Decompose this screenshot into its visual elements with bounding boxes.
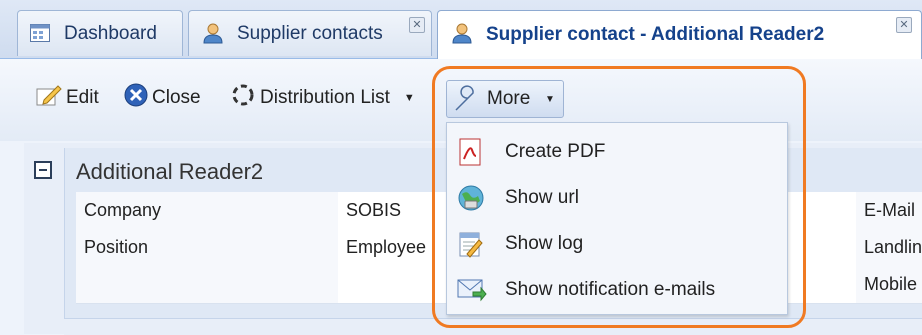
more-menu: Create PDF Show url Show log Show notifi… <box>446 122 788 315</box>
close-icon[interactable]: ✕ <box>409 17 425 33</box>
menu-item-label: Show log <box>505 233 584 254</box>
tab-bar: Dashboard Supplier contacts ✕ Supplier c… <box>0 0 922 59</box>
field-label-right: Mobile <box>856 266 922 303</box>
field-label <box>76 266 338 303</box>
more-label: More <box>487 88 531 109</box>
dashboard-icon <box>30 24 50 48</box>
globe-icon <box>457 184 485 212</box>
tab-supplier-contacts[interactable]: Supplier contacts ✕ <box>188 10 432 56</box>
close-button[interactable]: Close <box>124 81 201 115</box>
log-icon <box>457 230 485 258</box>
edit-button[interactable]: Edit <box>36 81 99 115</box>
close-icon[interactable]: ✕ <box>896 17 912 33</box>
more-button[interactable]: More ▼ <box>446 80 564 118</box>
section-footer <box>64 318 922 335</box>
menu-item-label: Create PDF <box>505 141 606 162</box>
pdf-icon <box>457 138 485 166</box>
collapse-toggle-icon[interactable] <box>34 161 52 179</box>
menu-item-show-notification-emails[interactable]: Show notification e-mails <box>447 267 787 313</box>
tab-dashboard[interactable]: Dashboard <box>17 10 183 56</box>
wrench-icon <box>453 85 483 119</box>
edit-icon <box>36 83 62 113</box>
menu-item-show-log[interactable]: Show log <box>447 221 787 267</box>
field-label: Position <box>76 229 338 266</box>
chevron-down-icon: ▼ <box>545 93 555 105</box>
envelope-icon <box>457 276 487 304</box>
close-label: Close <box>152 87 201 108</box>
menu-item-label: Show url <box>505 187 579 208</box>
contact-icon <box>450 21 474 51</box>
field-label: Company <box>76 192 338 229</box>
field-label-right: Landline <box>856 229 922 266</box>
distribution-label: Distribution List <box>260 87 390 108</box>
edit-label: Edit <box>66 87 99 108</box>
tab-supplier-contact-detail[interactable]: Supplier contact - Additional Reader2 ✕ <box>437 10 922 59</box>
close-circle-icon <box>124 83 148 113</box>
menu-item-show-url[interactable]: Show url <box>447 175 787 221</box>
tab-label: Supplier contacts <box>237 22 383 44</box>
distribution-list-button[interactable]: Distribution List ▼ <box>230 81 415 115</box>
menu-item-label: Show notification e-mails <box>505 279 716 300</box>
chevron-down-icon: ▼ <box>403 92 415 104</box>
contact-icon <box>201 21 225 51</box>
menu-item-create-pdf[interactable]: Create PDF <box>447 129 787 175</box>
tab-label: Supplier contact - Additional Reader2 <box>486 24 825 45</box>
tab-label: Dashboard <box>64 22 157 44</box>
distribution-icon <box>230 82 256 114</box>
section-title: Additional Reader2 <box>76 159 264 184</box>
field-label-right: E-Mail <box>856 192 922 229</box>
